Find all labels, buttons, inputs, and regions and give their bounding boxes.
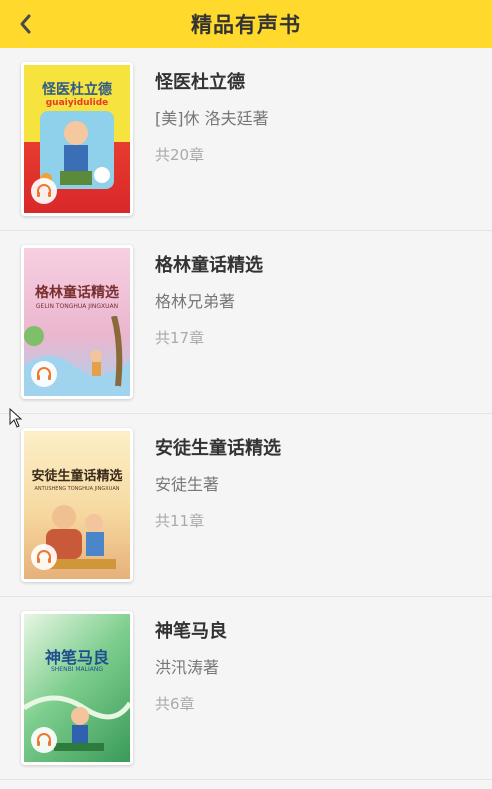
headphones-icon: [31, 361, 57, 387]
back-button[interactable]: [10, 8, 42, 40]
book-author: 格林兄弟著: [155, 292, 236, 311]
book-chapter-count: 共11章: [155, 512, 205, 530]
book-item-2[interactable]: 格林童话精选 GELIN TONGHUA JINGXUAN 格林童话精选 格林兄…: [0, 231, 492, 414]
cover-subtitle: SHENBI MALIANG: [50, 666, 104, 673]
book-title: 怪医杜立德: [155, 72, 245, 93]
book-chapter-count: 共6章: [155, 695, 195, 713]
cover-title: 神笔马良: [44, 648, 109, 667]
headphones-icon: [31, 544, 57, 570]
book-cover[interactable]: 安徒生童话精选 ANTUSHENG TONGHUA JINGXUAN: [21, 428, 133, 582]
book-chapter-count: 共17章: [155, 329, 205, 347]
cover-title: 安徒生童话精选: [31, 469, 123, 484]
page-title: 精品有声书: [191, 13, 301, 37]
cover-subtitle: ANTUSHENG TONGHUA JINGXUAN: [34, 486, 120, 492]
book-cover[interactable]: 怪医杜立德 guaiyidulide: [21, 62, 133, 216]
book-author: [美]休 洛夫廷著: [155, 109, 269, 128]
book-cover[interactable]: 格林童话精选 GELIN TONGHUA JINGXUAN: [21, 245, 133, 399]
headphones-icon: [31, 178, 57, 204]
cover-subtitle: GELIN TONGHUA JINGXUAN: [35, 303, 119, 310]
headphones-icon: [31, 727, 57, 753]
book-title: 安徒生童话精选: [155, 438, 281, 459]
book-item-1[interactable]: 怪医杜立德 guaiyidulide 怪医杜立德 [美]休 洛夫廷著 共20章: [0, 48, 492, 231]
book-author: 安徒生著: [155, 475, 220, 494]
mouse-cursor-icon: [9, 408, 23, 428]
book-item-4[interactable]: 神笔马良 SHENBI MALIANG 神笔马良 洪汛涛著 共6章: [0, 597, 492, 780]
header-bar: 精品有声书: [0, 0, 492, 48]
book-chapter-count: 共20章: [155, 146, 205, 164]
book-list: 怪医杜立德 guaiyidulide 怪医杜立德 [美]休 洛夫廷著 共20章 …: [0, 48, 492, 780]
book-author: 洪汛涛著: [155, 658, 220, 677]
cover-title: 格林童话精选: [35, 285, 119, 301]
book-title: 格林童话精选: [155, 255, 263, 276]
chevron-left-icon: [20, 14, 31, 34]
cover-title: 怪医杜立德: [42, 82, 112, 98]
book-item-3[interactable]: 安徒生童话精选 ANTUSHENG TONGHUA JINGXUAN 安徒生童话…: [0, 414, 492, 597]
book-cover[interactable]: 神笔马良 SHENBI MALIANG: [21, 611, 133, 765]
book-title: 神笔马良: [155, 621, 227, 642]
